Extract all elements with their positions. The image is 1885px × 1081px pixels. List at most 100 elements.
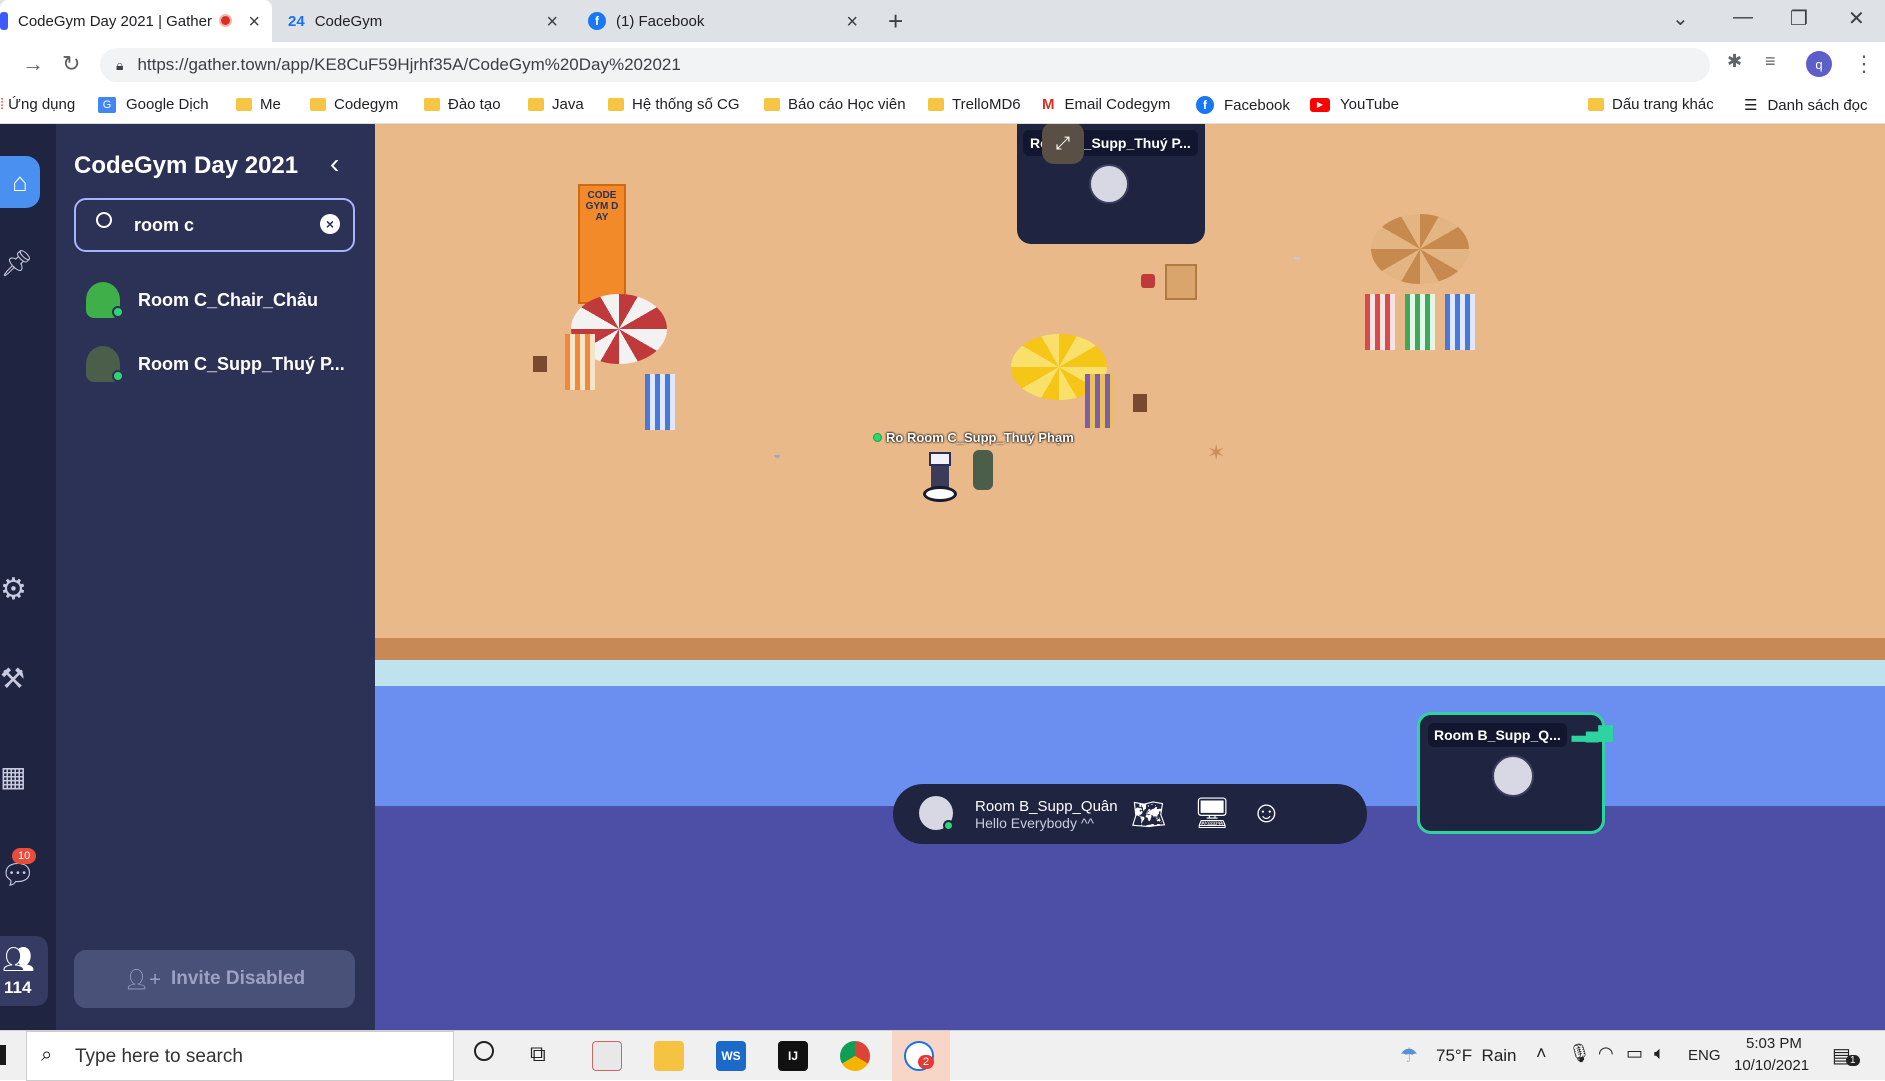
codegym-favicon-icon: 24 [288,12,305,30]
folder-icon [608,98,624,111]
user-status[interactable]: Hello Everybody ^^ [975,815,1094,831]
bookmark-facebook[interactable]: f Facebook [1196,96,1290,114]
bookmark-label: Danh sách đọc [1767,96,1868,114]
close-tab-icon[interactable]: × [248,11,260,34]
microphone-icon[interactable]: 🎙︎ [1568,1043,1591,1064]
address-url: https://gather.town/app/KE8CuF59Hjrhf35A… [137,55,681,74]
tab-search-chevron-icon[interactable]: ⌄ [1672,6,1689,31]
collapse-chevron-icon[interactable]: ‹ [330,148,339,180]
folder-icon [1588,98,1604,111]
bookmark-codegym[interactable]: Codegym [310,96,398,113]
sand-castle [1165,264,1197,300]
bookmark-trello[interactable]: TrelloMD6 [928,96,1021,113]
chrome-icon[interactable] [840,1041,870,1071]
bookmark-google-dich[interactable]: G Google Dịch [98,96,209,113]
bookmark-email[interactable]: M Email Codegym [1042,96,1170,113]
online-status-dot [873,433,882,442]
pin-icon[interactable]: 📌︎ [0,248,33,279]
file-explorer-icon[interactable] [654,1041,684,1071]
tab-codegym-title: CodeGym [314,12,383,30]
battery-icon[interactable]: ▭ [1626,1043,1643,1064]
bookmark-reading-list[interactable]: ☰ Danh sách đọc [1744,96,1868,115]
list-item[interactable]: Room C_Chair_Châu [74,276,364,326]
avatar-shadow-ring [923,486,957,502]
expand-video-button[interactable]: ⤢ [1042,124,1084,164]
folder-icon [528,98,544,111]
tab-facebook[interactable]: f (1) Facebook × [578,0,870,42]
webstorm-icon[interactable]: WS [716,1041,746,1071]
bookmark-other[interactable]: Dấu trang khác [1588,96,1714,113]
user-name[interactable]: Room B_Supp_Quân [975,798,1118,815]
intellij-icon[interactable]: IJ [778,1041,808,1071]
bookmark-bao-cao[interactable]: Báo cáo Học viên [764,96,906,113]
volume-icon[interactable]: 🔈︎ [1654,1043,1665,1064]
bookmark-apps[interactable]: ⁞ Ứng dụng [0,96,75,113]
new-tab-icon[interactable]: + [888,6,903,37]
expand-icon: ⤢ [1055,132,1071,153]
bookmark-dao-tao[interactable]: Đào tạo [424,96,501,113]
avatar [1492,755,1534,797]
search-box[interactable]: room c × [74,198,355,252]
calendar-icon[interactable]: ▦ [0,760,26,793]
seashell-icon: ◒ [1293,248,1302,264]
screen-share-icon[interactable]: 🖥︎ [1193,796,1231,831]
player-avatar-other[interactable] [969,450,997,494]
minimize-icon[interactable]: — [1733,6,1753,29]
clock-time[interactable]: 5:03 PM [1746,1035,1802,1052]
player-avatar-self[interactable] [923,452,957,502]
bookmark-youtube[interactable]: ▶ YouTube [1310,96,1399,113]
space-title: CodeGym Day 2021 [74,152,299,179]
tab-codegym[interactable]: 24 CodeGym × [278,0,570,42]
media-icon[interactable]: ≡ [1765,51,1776,72]
clock-date[interactable]: 10/10/2021 [1734,1057,1809,1074]
clear-search-icon[interactable]: × [320,214,340,234]
people-icon: 👥︎ [2,944,36,974]
online-status-dot [112,370,124,382]
wifi-icon[interactable]: ◠ [1598,1043,1614,1064]
settings-icon[interactable]: ⚙ [0,572,27,607]
tray-chevron-icon[interactable]: ˄ [1536,1043,1547,1064]
close-tab-icon[interactable]: × [846,11,858,34]
list-item[interactable]: Room C_Supp_Thuý P... [74,340,364,390]
zalo-badge: 2 [918,1055,935,1069]
game-map[interactable]: CODEGYM DAY ◒ ◒ ✶ Ro Room C_Supp_Thuý Ph… [375,124,1885,1030]
extensions-icon[interactable]: ✱ [1727,51,1742,72]
search-icon: ⌕ [41,1044,53,1066]
address-bar[interactable]: 🔒︎ https://gather.town/app/KE8CuF59Hjrhf… [100,48,1710,82]
map-icon[interactable]: 🗺︎ [1131,798,1167,831]
taskbar-search-input[interactable]: Type here to search [75,1046,243,1068]
language-indicator[interactable]: ENG [1688,1047,1721,1064]
build-hammer-icon[interactable]: ⚒ [0,662,25,695]
cortana-icon[interactable] [474,1041,494,1061]
beach-chair [533,356,547,372]
snipping-tool-icon[interactable] [592,1041,622,1071]
forward-icon[interactable]: → [22,51,44,77]
reload-icon[interactable]: ↻ [62,51,80,77]
search-input[interactable]: room c [134,215,194,236]
people-button[interactable]: 👥︎ 114 [0,936,48,1006]
restore-icon[interactable]: ❐ [1790,6,1808,31]
weather-icon: ☂ [1400,1045,1418,1067]
tab-gather[interactable]: CodeGym Day 2021 | Gather × [0,0,272,42]
weather-text[interactable]: 75°F Rain [1436,1046,1517,1066]
search-result-name: Room C_Chair_Châu [138,290,319,310]
bookmark-label: Email Codegym [1064,96,1171,113]
start-icon[interactable] [0,1045,6,1065]
home-button[interactable]: ⌂ [0,156,40,208]
gather-favicon-icon [0,12,8,30]
close-tab-icon[interactable]: × [546,11,558,34]
taskbar-search-box[interactable]: ⌕ Type here to search [26,1031,454,1081]
bookmark-me[interactable]: Me [236,96,281,113]
menu-icon[interactable]: ⋮ [1853,51,1875,77]
video-tile-self[interactable]: Room B_Supp_Q... ▂▄▆ [1417,712,1612,834]
bookmark-java[interactable]: Java [528,96,584,113]
emoji-icon[interactable]: ☺ [1251,796,1282,830]
profile-avatar[interactable]: q [1806,51,1832,77]
player-label: Ro Room C_Supp_Thuý Phạm [886,430,1074,445]
close-window-icon[interactable]: ✕ [1848,6,1865,31]
home-icon: ⌂ [12,166,28,197]
task-view-icon[interactable]: ⧉ [530,1041,546,1067]
bookmark-he-thong[interactable]: Hệ thống số CG [608,96,740,113]
invite-button[interactable]: 👤︎+ Invite Disabled [74,950,355,1008]
chat-unread-badge: 10 [12,848,37,864]
